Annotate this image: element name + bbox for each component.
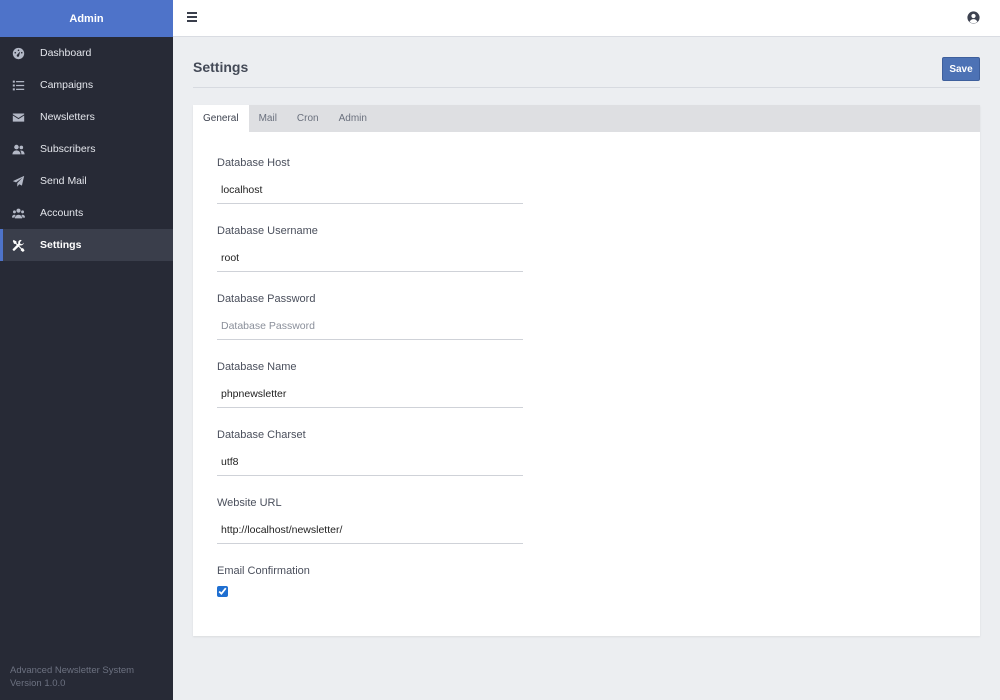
page-title: Settings <box>193 59 249 75</box>
db-host-input[interactable] <box>217 176 523 204</box>
topbar <box>173 0 1000 37</box>
app-name: Advanced Newsletter System <box>10 665 135 676</box>
general-settings-form: Database Host Database Username Database… <box>193 132 980 602</box>
settings-card: General Mail Cron Admin Database Host Da… <box>193 105 980 636</box>
db-username-label: Database Username <box>217 225 318 237</box>
list-icon <box>0 79 40 92</box>
sidebar-item-send-mail[interactable]: Send Mail <box>0 165 173 197</box>
hamburger-icon[interactable] <box>187 12 197 22</box>
user-circle-icon[interactable] <box>967 11 980 24</box>
sidebar-item-dashboard[interactable]: Dashboard <box>0 37 173 69</box>
website-url-label: Website URL <box>217 497 282 509</box>
email-confirmation-label: Email Confirmation <box>217 565 310 577</box>
db-password-field: Database Password <box>217 292 980 340</box>
db-password-label: Database Password <box>217 293 316 305</box>
sidebar-item-label: Campaigns <box>40 79 94 91</box>
settings-tabs: General Mail Cron Admin <box>193 105 980 132</box>
db-host-label: Database Host <box>217 157 290 169</box>
website-url-field: Website URL <box>217 496 980 544</box>
sidebar-item-newsletters[interactable]: Newsletters <box>0 101 173 133</box>
dashboard-icon <box>0 47 40 60</box>
email-confirmation-checkbox[interactable] <box>217 586 228 597</box>
tab-cron[interactable]: Cron <box>287 105 329 132</box>
email-confirmation-field: Email Confirmation <box>217 564 980 602</box>
tab-mail[interactable]: Mail <box>249 105 287 132</box>
user-group-icon <box>0 207 40 220</box>
save-button[interactable]: Save <box>942 57 980 81</box>
sidebar-item-label: Send Mail <box>40 175 87 187</box>
app-version: Version 1.0.0 <box>10 678 66 689</box>
sidebar: Admin Dashboard Campaigns Newsletters Su… <box>0 0 173 700</box>
db-name-label: Database Name <box>217 361 297 373</box>
tab-admin[interactable]: Admin <box>329 105 377 132</box>
tab-general[interactable]: General <box>193 105 249 132</box>
sidebar-item-accounts[interactable]: Accounts <box>0 197 173 229</box>
db-charset-label: Database Charset <box>217 429 306 441</box>
db-username-input[interactable] <box>217 244 523 272</box>
sidebar-item-subscribers[interactable]: Subscribers <box>0 133 173 165</box>
db-charset-input[interactable] <box>217 448 523 476</box>
sidebar-footer: Advanced Newsletter System Version 1.0.0 <box>10 664 134 690</box>
db-charset-field: Database Charset <box>217 428 980 476</box>
paper-plane-icon <box>0 175 40 188</box>
website-url-input[interactable] <box>217 516 523 544</box>
envelope-icon <box>0 111 40 124</box>
sidebar-nav: Dashboard Campaigns Newsletters Subscrib… <box>0 37 173 261</box>
db-name-input[interactable] <box>217 380 523 408</box>
main-content: Settings Save General Mail Cron Admin Da… <box>193 37 980 636</box>
db-host-field: Database Host <box>217 156 980 204</box>
sidebar-item-settings[interactable]: Settings <box>0 229 173 261</box>
sidebar-item-campaigns[interactable]: Campaigns <box>0 69 173 101</box>
sidebar-item-label: Newsletters <box>40 111 95 123</box>
brand[interactable]: Admin <box>0 0 173 37</box>
sidebar-item-label: Subscribers <box>40 143 96 155</box>
db-username-field: Database Username <box>217 224 980 272</box>
db-password-input[interactable] <box>217 312 523 340</box>
users-icon <box>0 143 40 156</box>
db-name-field: Database Name <box>217 360 980 408</box>
sidebar-item-label: Accounts <box>40 207 84 219</box>
sidebar-item-label: Settings <box>40 239 82 251</box>
page-header: Settings Save <box>193 37 980 88</box>
tools-icon <box>0 239 40 252</box>
sidebar-item-label: Dashboard <box>40 47 92 59</box>
